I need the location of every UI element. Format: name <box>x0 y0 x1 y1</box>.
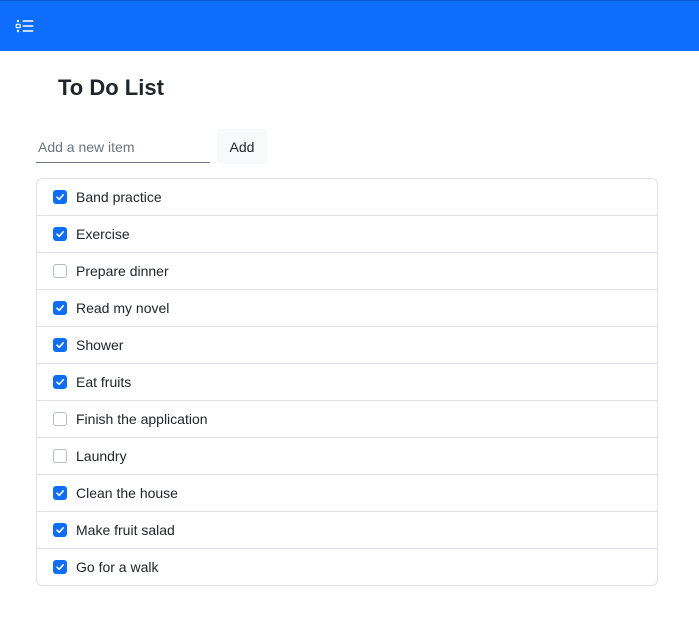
todo-item-label: Shower <box>76 337 124 353</box>
todo-item-label: Prepare dinner <box>76 263 169 279</box>
todo-item[interactable]: Read my novel <box>37 290 657 327</box>
todo-item-label: Laundry <box>76 448 127 464</box>
checkmark-icon <box>56 342 64 349</box>
todo-item-label: Band practice <box>76 189 162 205</box>
todo-item[interactable]: Band practice <box>37 179 657 216</box>
checkbox-checked[interactable] <box>53 560 67 574</box>
checkmark-icon <box>56 490 64 497</box>
todo-item[interactable]: Make fruit salad <box>37 512 657 549</box>
todo-item[interactable]: Eat fruits <box>37 364 657 401</box>
checkmark-icon <box>56 231 64 238</box>
todo-item-label: Clean the house <box>76 485 178 501</box>
checkbox-checked[interactable] <box>53 375 67 389</box>
list-checks-icon[interactable] <box>13 14 37 38</box>
checkmark-icon <box>56 305 64 312</box>
todo-item[interactable]: Exercise <box>37 216 657 253</box>
todo-item-label: Make fruit salad <box>76 522 175 538</box>
checkbox-checked[interactable] <box>53 338 67 352</box>
page-title: To Do List <box>58 75 164 100</box>
todo-item-label: Finish the application <box>76 411 208 427</box>
todo-item[interactable]: Clean the house <box>37 475 657 512</box>
checkmark-icon <box>56 564 64 571</box>
checkmark-icon <box>56 194 64 201</box>
todo-item[interactable]: Laundry <box>37 438 657 475</box>
todo-list: Band practice Exercise Prepare dinner Read … <box>36 178 658 586</box>
top-navbar <box>0 0 699 51</box>
checkmark-icon <box>56 527 64 534</box>
checkbox-checked[interactable] <box>53 523 67 537</box>
checkbox-checked[interactable] <box>53 227 67 241</box>
todo-item[interactable]: Prepare dinner <box>37 253 657 290</box>
new-item-input[interactable] <box>36 131 210 163</box>
todo-item[interactable]: Shower <box>37 327 657 364</box>
checkbox-unchecked[interactable] <box>53 412 67 426</box>
checkmark-icon <box>56 379 64 386</box>
checkbox-unchecked[interactable] <box>53 264 67 278</box>
checkbox-checked[interactable] <box>53 486 67 500</box>
todo-item-label: Eat fruits <box>76 374 132 390</box>
add-button[interactable]: Add <box>217 129 267 164</box>
todo-item-label: Go for a walk <box>76 559 159 575</box>
todo-item[interactable]: Go for a walk <box>37 549 657 585</box>
todo-item[interactable]: Finish the application <box>37 401 657 438</box>
checkbox-unchecked[interactable] <box>53 449 67 463</box>
checkbox-checked[interactable] <box>53 301 67 315</box>
checkbox-checked[interactable] <box>53 190 67 204</box>
todo-item-label: Exercise <box>76 226 130 242</box>
todo-item-label: Read my novel <box>76 300 170 316</box>
